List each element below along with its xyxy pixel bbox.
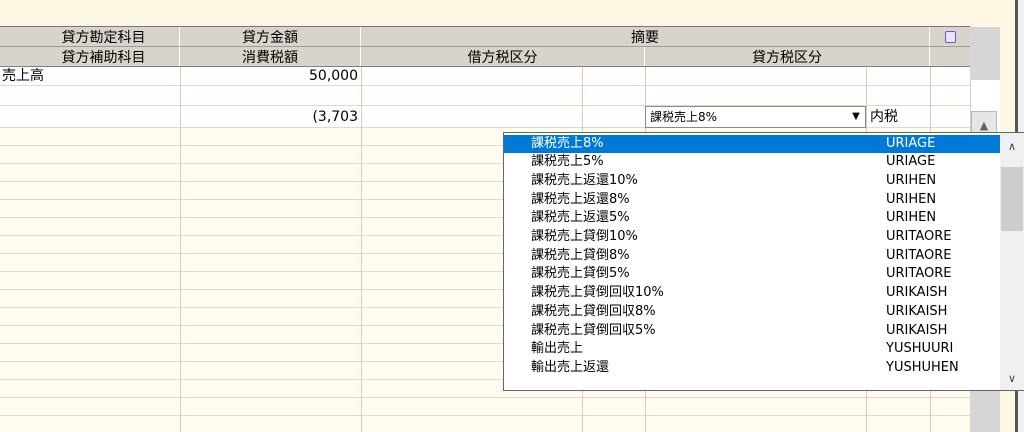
col-debit-tax-category[interactable]: 借方税区分 [361, 47, 645, 66]
dropdown-scrollbar[interactable]: ∧ ∨ [1000, 133, 1024, 390]
col-credit-amount-label: 貸方金額 [242, 29, 298, 46]
list-item[interactable]: 課税売上貸倒10% URITAORE [504, 228, 1000, 246]
option-code: URIAGE [886, 136, 936, 151]
scroll-up-button[interactable]: ∧ [1000, 137, 1024, 155]
option-code: YUSHUHEN [886, 360, 959, 375]
option-code: URIKAISH [886, 285, 948, 300]
cell-credit-account[interactable]: 売上高 [2, 67, 44, 85]
list-item[interactable]: 課税売上貸倒5% URITAORE [504, 265, 1000, 283]
list-item[interactable]: 課税売上返還8% URIHEN [504, 191, 1000, 209]
cell-consumption-tax[interactable]: (3,703 [180, 108, 358, 126]
option-name: 課税売上5% [531, 154, 604, 169]
col-credit-account[interactable]: 貸方勘定科目 [0, 27, 180, 46]
option-name: 輸出売上 [531, 341, 584, 356]
list-item[interactable]: 輸出売上返還 YUSHUHEN [504, 359, 1000, 377]
option-name: 課税売上8% [531, 136, 604, 151]
option-code: URITAORE [886, 266, 952, 281]
header-row-2: 貸方補助科目 消費税額 借方税区分 貸方税区分 [0, 47, 970, 67]
col-summary-label: 摘要 [631, 29, 659, 46]
option-name: 課税売上貸倒回収5% [531, 323, 656, 338]
col-credit-amount[interactable]: 貸方金額 [180, 27, 361, 46]
option-code: URIHEN [886, 192, 937, 207]
option-name: 輸出売上返還 [531, 360, 610, 375]
table-row[interactable] [0, 416, 970, 432]
option-name: 課税売上貸倒8% [531, 248, 630, 263]
col-credit-tax-category-label: 貸方税区分 [752, 49, 822, 66]
table-row[interactable]: 売上高 50,000 [0, 67, 970, 86]
dropdown-arrow-icon[interactable]: ▼ [849, 108, 863, 126]
chevron-up-icon: ∧ [1007, 139, 1017, 153]
header-row-1: 貸方勘定科目 貸方金額 摘要 [0, 27, 970, 47]
option-code: URIKAISH [886, 304, 948, 319]
option-name: 課税売上返還8% [531, 192, 630, 207]
list-item[interactable]: 課税売上8% URIAGE [504, 135, 1000, 153]
option-name: 課税売上返還10% [531, 173, 638, 188]
option-code: URIKAISH [886, 323, 948, 338]
list-item[interactable]: 課税売上5% URIAGE [504, 153, 1000, 171]
list-item[interactable]: 課税売上貸倒回収8% URIKAISH [504, 303, 1000, 321]
credit-tax-category-combobox[interactable]: 課税売上8% ▼ [645, 106, 866, 128]
list-item[interactable]: 輸出売上 YUSHUURI [504, 340, 1000, 358]
table-row[interactable] [0, 86, 970, 106]
header-spacer [930, 47, 970, 66]
cell-credit-amount[interactable]: 50,000 [180, 67, 358, 85]
col-debit-tax-category-label: 借方税区分 [467, 49, 538, 66]
combobox-value: 課税売上8% [650, 110, 718, 124]
option-code: YUSHUURI [886, 341, 954, 356]
scroll-down-button[interactable]: ∨ [1000, 369, 1024, 387]
chevron-down-icon: ∨ [1007, 371, 1017, 385]
option-code: URIAGE [886, 154, 936, 169]
col-consumption-tax[interactable]: 消費税額 [180, 47, 361, 66]
tax-category-dropdown-list[interactable]: 課税売上8% URIAGE 課税売上5% URIAGE 課税売上返還10% UR… [503, 132, 1024, 391]
option-name: 課税売上貸倒回収8% [531, 304, 656, 319]
option-name: 課税売上貸倒回収10% [531, 285, 664, 300]
col-credit-account-label: 貸方勘定科目 [61, 29, 146, 46]
col-credit-sub-account-label: 貸方補助科目 [61, 49, 146, 66]
col-credit-sub-account[interactable]: 貸方補助科目 [0, 47, 180, 66]
triangle-up-icon: ▲ [979, 118, 989, 132]
option-code: URIHEN [886, 173, 937, 188]
list-item[interactable]: 課税売上貸倒回収5% URIKAISH [504, 322, 1000, 340]
table-row[interactable] [0, 398, 970, 416]
list-item[interactable]: 課税売上返還5% URIHEN [504, 209, 1000, 227]
list-item[interactable]: 課税売上貸倒回収10% URIKAISH [504, 284, 1000, 302]
list-item[interactable]: 課税売上貸倒8% URITAORE [504, 247, 1000, 265]
option-code: URIHEN [886, 210, 937, 225]
grid-divider [180, 67, 181, 432]
option-name: 課税売上貸倒10% [531, 229, 638, 244]
cell-tax-method[interactable]: 内税 [870, 108, 898, 126]
option-name: 課税売上返還5% [531, 210, 630, 225]
col-consumption-tax-label: 消費税額 [242, 49, 298, 66]
col-summary[interactable]: 摘要 [361, 27, 930, 46]
col-credit-tax-category[interactable]: 貸方税区分 [645, 47, 930, 66]
column-settings-button[interactable] [930, 27, 970, 46]
list-item[interactable]: 課税売上返還10% URIHEN [504, 172, 1000, 190]
dropdown-options: 課税売上8% URIAGE 課税売上5% URIAGE 課税売上返還10% UR… [504, 133, 1000, 390]
option-name: 課税売上貸倒5% [531, 266, 630, 281]
grid-divider [361, 67, 362, 432]
option-code: URITAORE [886, 229, 952, 244]
option-code: URITAORE [886, 248, 952, 263]
dropdown-scroll-thumb[interactable] [1001, 167, 1023, 231]
note-icon [944, 30, 956, 43]
